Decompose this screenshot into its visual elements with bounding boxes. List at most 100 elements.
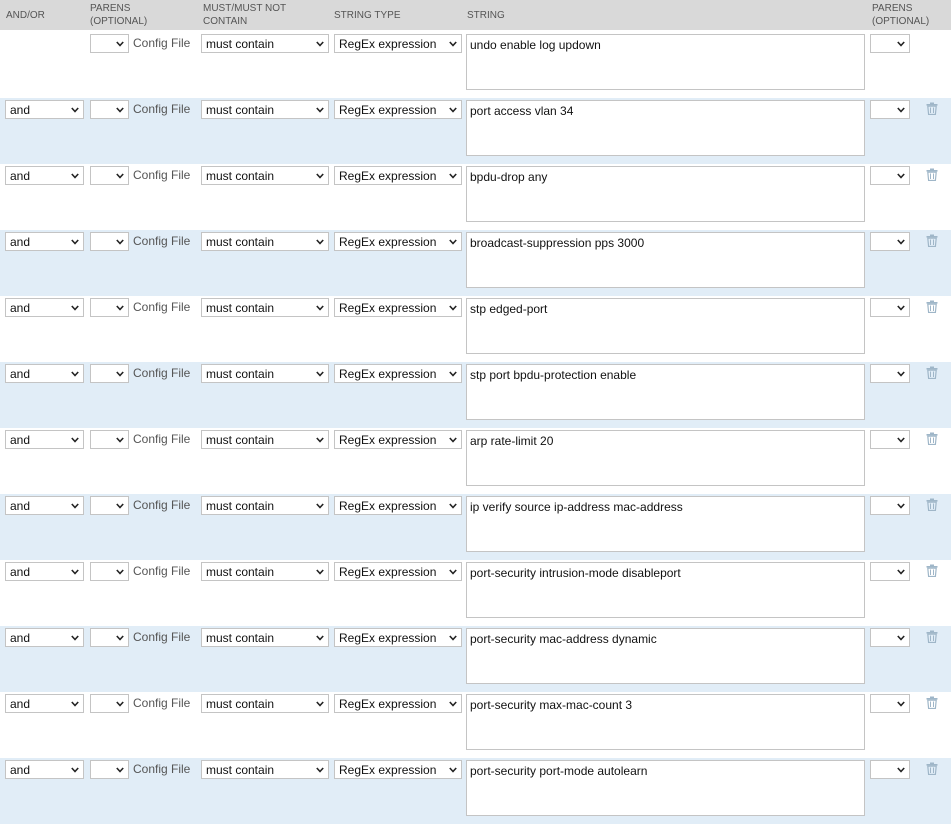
trash-icon[interactable] bbox=[926, 300, 938, 313]
paren-close-select[interactable] bbox=[870, 100, 910, 119]
string-input[interactable]: arp rate-limit 20 bbox=[466, 430, 865, 486]
and-or-select[interactable]: and bbox=[5, 430, 84, 449]
table-row: and Config File must contain RegEx expressi… bbox=[0, 164, 951, 230]
paren-open-select[interactable] bbox=[90, 100, 129, 119]
string-input[interactable]: undo enable log updown bbox=[466, 34, 865, 90]
string-type-select[interactable]: RegEx expression bbox=[334, 34, 462, 53]
chevron-down-icon bbox=[897, 767, 905, 773]
paren-open-select[interactable] bbox=[90, 232, 129, 251]
paren-open-select[interactable] bbox=[90, 364, 129, 383]
paren-close-select[interactable] bbox=[870, 628, 910, 647]
string-input[interactable]: bpdu-drop any bbox=[466, 166, 865, 222]
string-input[interactable]: stp port bpdu-protection enable bbox=[466, 364, 865, 420]
chevron-down-icon bbox=[316, 41, 324, 47]
paren-open-select[interactable] bbox=[90, 166, 129, 185]
string-type-select[interactable]: RegEx expression bbox=[334, 430, 462, 449]
condition-select[interactable]: must contain bbox=[201, 364, 329, 383]
paren-open-select[interactable] bbox=[90, 298, 129, 317]
trash-icon[interactable] bbox=[926, 564, 938, 577]
condition-select[interactable]: must contain bbox=[201, 760, 329, 779]
string-input[interactable]: port-security intrusion-mode disableport bbox=[466, 562, 865, 618]
condition-select[interactable]: must contain bbox=[201, 562, 329, 581]
and-or-select[interactable]: and bbox=[5, 562, 84, 581]
chevron-down-icon bbox=[449, 305, 457, 311]
condition-select[interactable]: must contain bbox=[201, 166, 329, 185]
source-label: Config File bbox=[133, 564, 191, 578]
paren-open-select[interactable] bbox=[90, 760, 129, 779]
condition-select[interactable]: must contain bbox=[201, 34, 329, 53]
paren-open-select[interactable] bbox=[90, 34, 129, 53]
trash-icon[interactable] bbox=[926, 630, 938, 643]
condition-select[interactable]: must contain bbox=[201, 430, 329, 449]
paren-close-select[interactable] bbox=[870, 760, 910, 779]
chevron-down-icon bbox=[116, 503, 124, 509]
string-type-select[interactable]: RegEx expression bbox=[334, 496, 462, 515]
and-or-select[interactable]: and bbox=[5, 760, 84, 779]
chevron-down-icon bbox=[449, 173, 457, 179]
trash-icon[interactable] bbox=[926, 168, 938, 181]
chevron-down-icon bbox=[449, 437, 457, 443]
condition-select[interactable]: must contain bbox=[201, 628, 329, 647]
string-input[interactable]: port-security max-mac-count 3 bbox=[466, 694, 865, 750]
paren-close-select[interactable] bbox=[870, 166, 910, 185]
paren-close-select[interactable] bbox=[870, 430, 910, 449]
chevron-down-icon bbox=[449, 569, 457, 575]
and-or-select[interactable]: and bbox=[5, 166, 84, 185]
condition-select[interactable]: must contain bbox=[201, 694, 329, 713]
trash-icon[interactable] bbox=[926, 432, 938, 445]
paren-close-select[interactable] bbox=[870, 562, 910, 581]
condition-select[interactable]: must contain bbox=[201, 232, 329, 251]
paren-open-select[interactable] bbox=[90, 694, 129, 713]
and-or-select[interactable]: and bbox=[5, 298, 84, 317]
string-type-select[interactable]: RegEx expression bbox=[334, 694, 462, 713]
chevron-down-icon bbox=[116, 41, 124, 47]
paren-close-select[interactable] bbox=[870, 364, 910, 383]
paren-open-select[interactable] bbox=[90, 562, 129, 581]
trash-icon[interactable] bbox=[926, 498, 938, 511]
string-input[interactable]: port-security mac-address dynamic bbox=[466, 628, 865, 684]
and-or-select[interactable]: and bbox=[5, 496, 84, 515]
paren-open-select[interactable] bbox=[90, 628, 129, 647]
table-row: and Config File must contain RegEx expressi… bbox=[0, 230, 951, 296]
trash-icon[interactable] bbox=[926, 696, 938, 709]
and-or-select[interactable]: and bbox=[5, 364, 84, 383]
string-type-select[interactable]: RegEx expression bbox=[334, 628, 462, 647]
and-or-select-value: and bbox=[10, 697, 31, 711]
condition-select[interactable]: must contain bbox=[201, 298, 329, 317]
and-or-select[interactable]: and bbox=[5, 628, 84, 647]
paren-close-select[interactable] bbox=[870, 694, 910, 713]
chevron-down-icon bbox=[116, 569, 124, 575]
condition-select-value: must contain bbox=[206, 37, 275, 51]
string-type-select[interactable]: RegEx expression bbox=[334, 232, 462, 251]
string-input[interactable]: broadcast-suppression pps 3000 bbox=[466, 232, 865, 288]
paren-open-select[interactable] bbox=[90, 496, 129, 515]
string-input[interactable]: port access vlan 34 bbox=[466, 100, 865, 156]
string-type-select-value: RegEx expression bbox=[339, 367, 437, 381]
string-input[interactable]: port-security port-mode autolearn bbox=[466, 760, 865, 816]
trash-icon[interactable] bbox=[926, 762, 938, 775]
chevron-down-icon bbox=[449, 371, 457, 377]
paren-close-select[interactable] bbox=[870, 34, 910, 53]
and-or-select[interactable]: and bbox=[5, 694, 84, 713]
and-or-select[interactable]: and bbox=[5, 100, 84, 119]
string-input[interactable]: stp edged-port bbox=[466, 298, 865, 354]
trash-icon[interactable] bbox=[926, 366, 938, 379]
paren-close-select[interactable] bbox=[870, 298, 910, 317]
condition-select-value: must contain bbox=[206, 103, 275, 117]
string-type-select[interactable]: RegEx expression bbox=[334, 100, 462, 119]
string-type-select[interactable]: RegEx expression bbox=[334, 298, 462, 317]
paren-close-select[interactable] bbox=[870, 496, 910, 515]
paren-close-select[interactable] bbox=[870, 232, 910, 251]
trash-icon[interactable] bbox=[926, 234, 938, 247]
paren-open-select[interactable] bbox=[90, 430, 129, 449]
string-type-select[interactable]: RegEx expression bbox=[334, 166, 462, 185]
string-type-select[interactable]: RegEx expression bbox=[334, 562, 462, 581]
trash-icon[interactable] bbox=[926, 102, 938, 115]
condition-select[interactable]: must contain bbox=[201, 100, 329, 119]
string-type-select[interactable]: RegEx expression bbox=[334, 760, 462, 779]
and-or-select[interactable]: and bbox=[5, 232, 84, 251]
string-type-select[interactable]: RegEx expression bbox=[334, 364, 462, 383]
source-label: Config File bbox=[133, 630, 191, 644]
condition-select[interactable]: must contain bbox=[201, 496, 329, 515]
string-input[interactable]: ip verify source ip-address mac-address bbox=[466, 496, 865, 552]
